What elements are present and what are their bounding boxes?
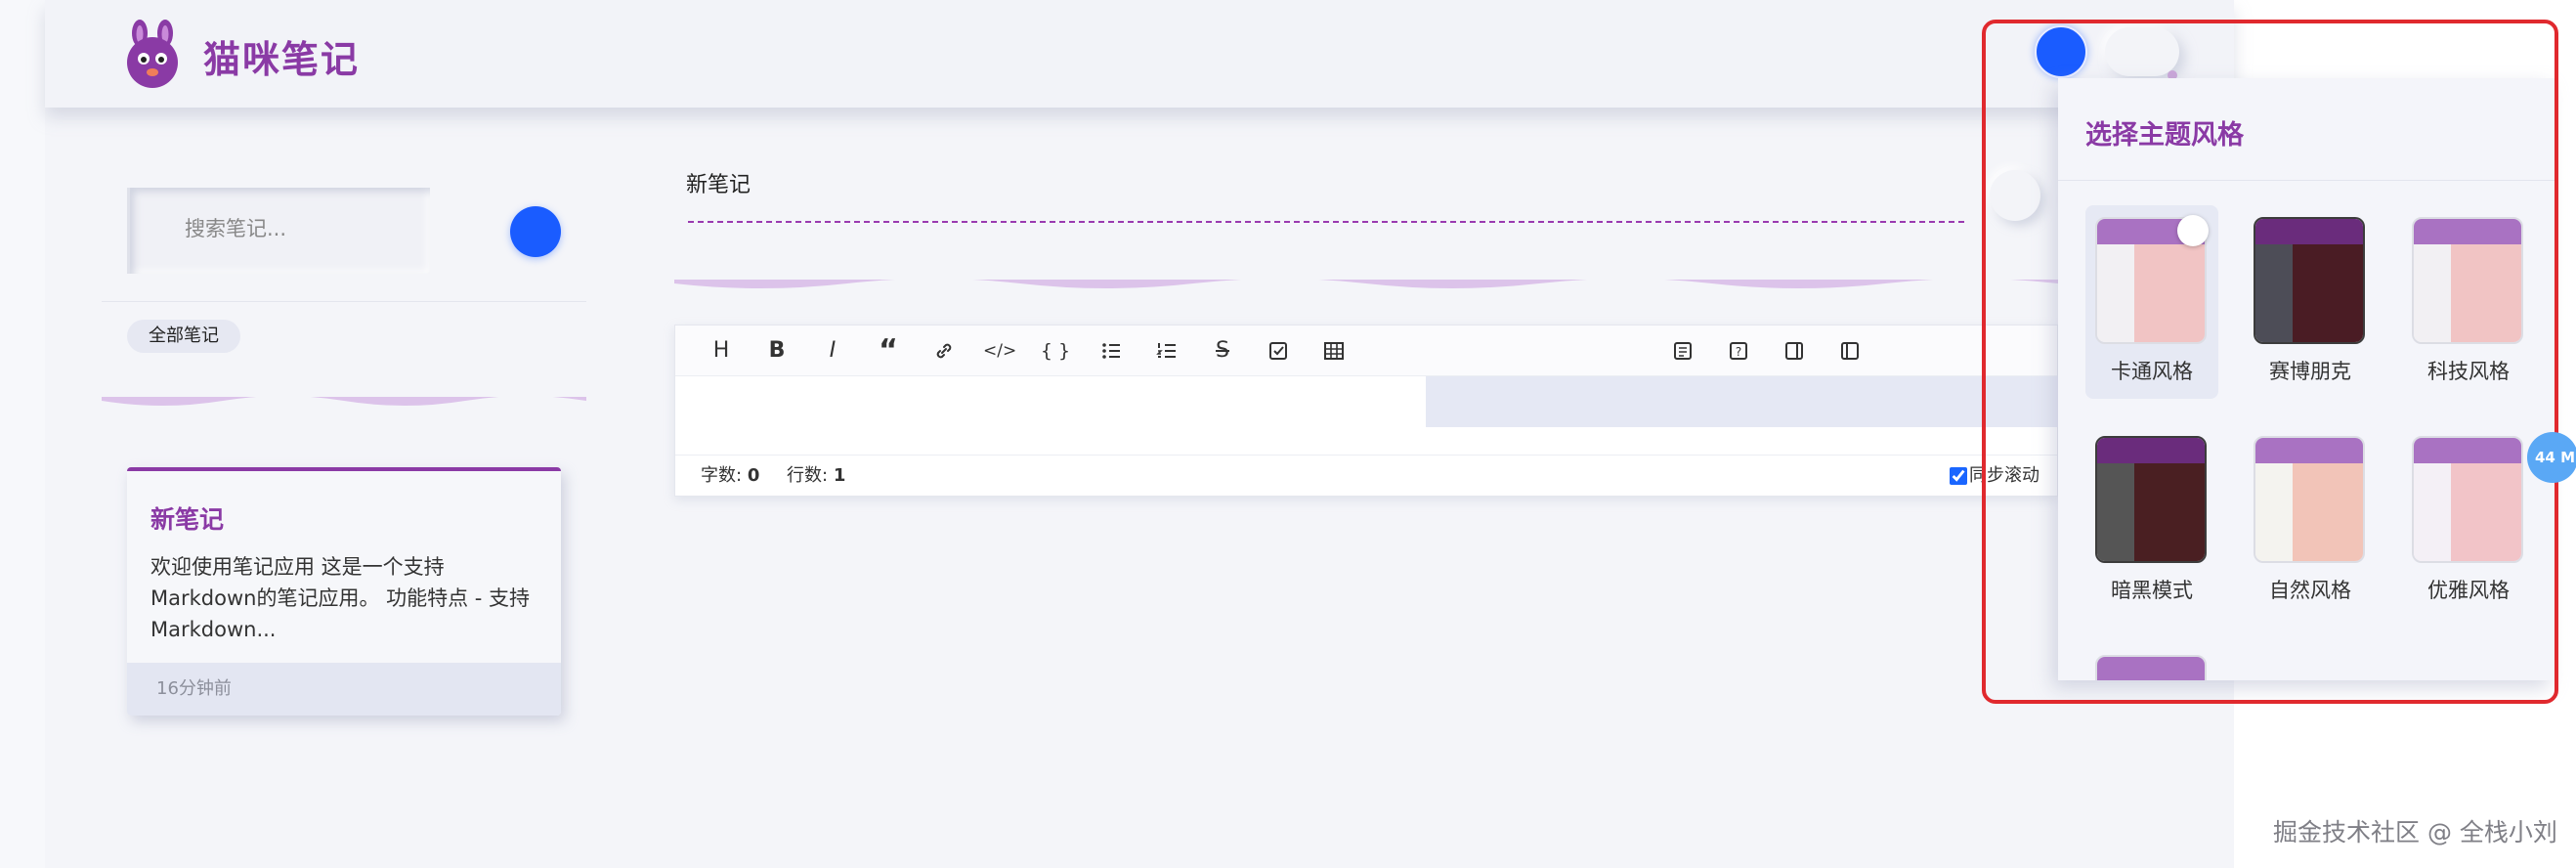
theme-option-cartoon[interactable]: 卡通风格 bbox=[2085, 205, 2218, 399]
theme-option-tech[interactable]: 科技风格 bbox=[2402, 205, 2535, 399]
theme-toggle-button[interactable] bbox=[2105, 27, 2179, 76]
swatch-top bbox=[2255, 438, 2363, 463]
bullet-list-icon[interactable] bbox=[1095, 335, 1128, 367]
theme-swatch bbox=[2412, 217, 2523, 344]
inline-code-icon[interactable]: </> bbox=[983, 335, 1016, 367]
theme-selector-popup: 选择主题风格 卡通风格 赛博朋克 科技风格 暗黑模式 自然风格 优雅风格 bbox=[2058, 78, 2555, 680]
search-box bbox=[127, 188, 430, 274]
note-title: 新笔记 bbox=[150, 505, 225, 534]
sync-scroll-toggle[interactable]: 同步滚动 bbox=[1950, 456, 2039, 497]
note-card[interactable]: 新笔记 欢迎使用笔记应用 这是一个支持Markdown的笔记应用。 功能特点 -… bbox=[127, 467, 561, 716]
app-header: 猫咪笔记 bbox=[45, 0, 2234, 108]
swatch-top bbox=[2097, 438, 2205, 463]
filter-chip-all-notes[interactable]: 全部笔记 bbox=[127, 320, 240, 353]
word-count: 字数: 0 bbox=[701, 465, 760, 486]
table-icon[interactable] bbox=[1317, 335, 1351, 367]
split-left-icon[interactable] bbox=[1833, 335, 1867, 367]
swatch-left bbox=[2255, 244, 2293, 342]
swatch-left bbox=[2097, 244, 2134, 342]
italic-icon[interactable]: I bbox=[816, 335, 849, 367]
line-count: 行数: 1 bbox=[787, 465, 846, 486]
title-underline bbox=[688, 221, 1964, 223]
preview-mode-icon[interactable] bbox=[1666, 335, 1699, 367]
theme-swatch bbox=[2254, 436, 2365, 563]
swatch-left bbox=[2255, 463, 2293, 561]
note-timestamp: 16分钟前 bbox=[127, 663, 561, 716]
swatch-left bbox=[2097, 463, 2134, 561]
theme-swatch bbox=[2412, 436, 2523, 563]
theme-label: 自然风格 bbox=[2269, 579, 2351, 602]
swatch-right bbox=[2293, 244, 2363, 342]
theme-swatch bbox=[2254, 217, 2365, 344]
theme-label: 赛博朋克 bbox=[2269, 360, 2351, 383]
heading-icon[interactable]: H bbox=[705, 335, 738, 367]
theme-swatch bbox=[2095, 436, 2207, 563]
memory-usage-badge: 44 M bbox=[2527, 432, 2576, 483]
theme-option-more[interactable] bbox=[2085, 643, 2218, 680]
theme-label: 科技风格 bbox=[2427, 360, 2510, 383]
swatch-right bbox=[2134, 463, 2205, 561]
task-list-icon[interactable] bbox=[1262, 335, 1295, 367]
swatch-right bbox=[2451, 463, 2521, 561]
swatch-top bbox=[2414, 438, 2521, 463]
sidebar-divider bbox=[102, 301, 586, 302]
swatch-right bbox=[2134, 244, 2205, 342]
editor-toolbar: H B I “ </> { } S ? bbox=[675, 326, 2057, 376]
svg-text:?: ? bbox=[1736, 345, 1741, 359]
sidebar-wave-divider bbox=[102, 397, 586, 406]
bunny-logo-icon[interactable] bbox=[123, 20, 182, 90]
editor-wave-divider bbox=[674, 280, 2058, 288]
help-icon[interactable]: ? bbox=[1722, 335, 1755, 367]
watermark: 掘金技术社区 @ 全栈小刘 bbox=[2273, 818, 2557, 846]
note-excerpt: 欢迎使用笔记应用 这是一个支持Markdown的笔记应用。 功能特点 - 支持M… bbox=[150, 555, 531, 641]
swatch-top bbox=[2414, 219, 2521, 244]
markdown-preview-pane bbox=[1426, 376, 2059, 427]
selected-indicator bbox=[2177, 215, 2209, 246]
search-button[interactable] bbox=[510, 206, 561, 257]
header-action-button[interactable] bbox=[2035, 25, 2087, 78]
swatch-left bbox=[2414, 244, 2451, 342]
editor-status-bar: 字数: 0 行数: 1 同步滚动 bbox=[675, 455, 2057, 496]
theme-option-elegant[interactable]: 优雅风格 bbox=[2402, 424, 2535, 618]
link-icon[interactable] bbox=[927, 335, 961, 367]
strikethrough-icon[interactable]: S bbox=[1206, 335, 1239, 367]
theme-swatch bbox=[2095, 655, 2207, 680]
markdown-editor: H B I “ </> { } S ? 字数: 0 行数: 1 同步滚动 bbox=[674, 325, 2059, 497]
editor-options-button[interactable] bbox=[1990, 170, 2040, 221]
theme-label: 卡通风格 bbox=[2111, 360, 2193, 383]
note-title-input[interactable] bbox=[686, 170, 1956, 195]
swatch-top bbox=[2255, 219, 2363, 244]
markdown-input-pane[interactable] bbox=[675, 376, 1426, 455]
app-title: 猫咪笔记 bbox=[203, 38, 361, 81]
swatch-right bbox=[2293, 463, 2363, 561]
theme-option-nature[interactable]: 自然风格 bbox=[2244, 424, 2377, 618]
popup-title: 选择主题风格 bbox=[2085, 120, 2244, 151]
split-right-icon[interactable] bbox=[1778, 335, 1811, 367]
theme-label: 暗黑模式 bbox=[2111, 579, 2193, 602]
theme-label: 优雅风格 bbox=[2427, 579, 2510, 602]
code-block-icon[interactable]: { } bbox=[1039, 335, 1072, 367]
swatch-right bbox=[2451, 244, 2521, 342]
left-gutter bbox=[0, 0, 45, 868]
theme-option-dark[interactable]: 暗黑模式 bbox=[2085, 424, 2218, 618]
search-input[interactable] bbox=[185, 217, 419, 240]
swatch-top bbox=[2097, 657, 2205, 680]
swatch-left bbox=[2414, 463, 2451, 561]
popup-divider bbox=[2058, 180, 2555, 181]
ordered-list-icon[interactable] bbox=[1150, 335, 1183, 367]
sync-scroll-checkbox[interactable] bbox=[1950, 467, 1967, 485]
quote-icon[interactable]: “ bbox=[872, 335, 905, 367]
bold-icon[interactable]: B bbox=[760, 335, 794, 367]
theme-option-cyberpunk[interactable]: 赛博朋克 bbox=[2244, 205, 2377, 399]
